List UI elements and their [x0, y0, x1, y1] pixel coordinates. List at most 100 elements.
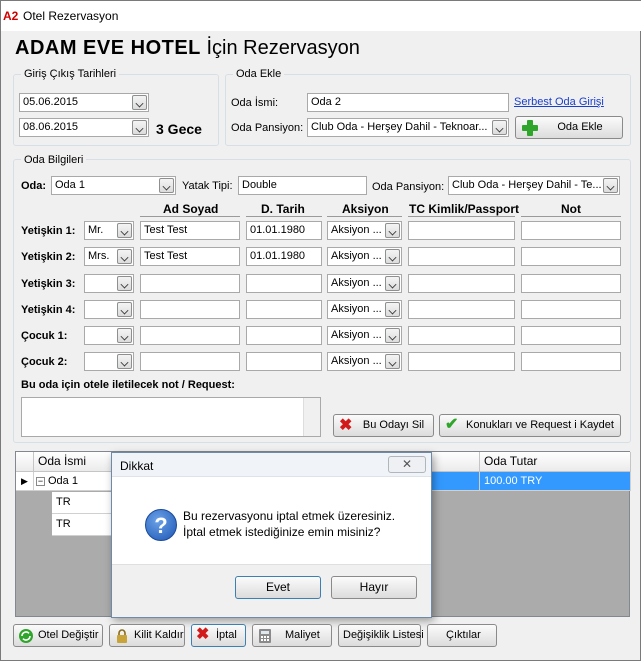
- guest-title-select[interactable]: [84, 326, 134, 345]
- dialog-footer: Evet Hayır: [112, 564, 431, 617]
- guest-title-select[interactable]: Mr.: [84, 221, 134, 240]
- request-note-textarea[interactable]: [21, 397, 321, 437]
- chevron-down-icon[interactable]: [159, 178, 174, 193]
- collapse-icon[interactable]: −: [36, 477, 45, 486]
- bed-type-input[interactable]: Double: [238, 176, 367, 195]
- chevron-down-icon[interactable]: [385, 302, 400, 317]
- add-room-board-select[interactable]: Club Oda - Herşey Dahil - Teknoar...: [307, 118, 509, 137]
- guest-title-select[interactable]: [84, 352, 134, 371]
- guest-dob-input[interactable]: [246, 352, 322, 371]
- yes-button[interactable]: Evet: [235, 576, 321, 599]
- dialog-message-line2: İptal etmek istediğinize emin misiniz?: [183, 525, 381, 539]
- add-room-button-label: Oda Ekle: [557, 121, 603, 133]
- add-room-button[interactable]: Oda Ekle: [515, 116, 623, 139]
- page-title: ADAM EVE HOTEL İçin Rezervasyon: [15, 37, 360, 60]
- guest-tc-input[interactable]: [408, 300, 515, 319]
- chevron-down-icon[interactable]: [117, 328, 132, 343]
- guest-title-select[interactable]: Mrs.: [84, 247, 134, 266]
- guest-tc-input[interactable]: [408, 274, 515, 293]
- guest-name-input[interactable]: Test Test: [140, 247, 240, 266]
- guest-title-value: Mrs.: [88, 250, 110, 262]
- room-name-input[interactable]: Oda 2: [307, 93, 509, 112]
- guest-dob-input[interactable]: [246, 300, 322, 319]
- guest-action-value: Aksiyon ...: [331, 355, 382, 367]
- room-select[interactable]: Oda 1: [51, 176, 176, 195]
- chevron-down-icon[interactable]: [117, 276, 132, 291]
- column-header-action: Aksiyon: [342, 202, 389, 216]
- sub-row-nationality[interactable]: TR: [52, 514, 112, 536]
- chevron-down-icon[interactable]: [603, 178, 618, 193]
- guest-tc-input[interactable]: [408, 326, 515, 345]
- guest-tc-input[interactable]: [408, 352, 515, 371]
- guest-name-input[interactable]: [140, 300, 240, 319]
- guest-name-input[interactable]: Test Test: [140, 221, 240, 240]
- guest-dob-input[interactable]: [246, 326, 322, 345]
- guest-action-select[interactable]: Aksiyon ...: [327, 274, 402, 293]
- guest-tc-input[interactable]: [408, 247, 515, 266]
- chevron-down-icon[interactable]: [385, 249, 400, 264]
- guest-dob-input[interactable]: [246, 274, 322, 293]
- guest-note-input[interactable]: [521, 300, 621, 319]
- add-room-board-value: Club Oda - Herşey Dahil - Teknoar...: [311, 121, 488, 133]
- chevron-down-icon[interactable]: [385, 223, 400, 238]
- cancel-reservation-button[interactable]: ✖ İptal: [191, 624, 246, 647]
- change-hotel-button[interactable]: Otel Değiştir: [13, 624, 103, 647]
- request-note-scrollbar[interactable]: [303, 398, 320, 436]
- outputs-button[interactable]: Çıktılar: [427, 624, 497, 647]
- grid-header-room-total[interactable]: Oda Tutar: [480, 452, 631, 472]
- guest-name-input[interactable]: [140, 352, 240, 371]
- row-selector-arrow-icon[interactable]: ▶: [16, 472, 34, 491]
- chevron-down-icon[interactable]: [117, 354, 132, 369]
- guest-action-select[interactable]: Aksiyon ...: [327, 247, 402, 266]
- cost-button[interactable]: Maliyet: [252, 624, 332, 647]
- guest-action-select[interactable]: Aksiyon ...: [327, 221, 402, 240]
- guest-action-select[interactable]: Aksiyon ...: [327, 300, 402, 319]
- close-icon[interactable]: ✕: [388, 456, 426, 473]
- chevron-down-icon[interactable]: [492, 120, 507, 135]
- change-list-button[interactable]: Değişiklik Listesi: [338, 624, 424, 647]
- chevron-down-icon[interactable]: [385, 276, 400, 291]
- add-room-board-label: Oda Pansiyon:: [231, 122, 304, 134]
- chevron-down-icon[interactable]: [117, 249, 132, 264]
- table-row-name-cell[interactable]: − Oda 1: [34, 472, 112, 491]
- guest-action-select[interactable]: Aksiyon ...: [327, 326, 402, 345]
- guest-title-select[interactable]: [84, 300, 134, 319]
- guest-note-input[interactable]: [521, 221, 621, 240]
- delete-room-button[interactable]: ✖ Bu Odayı Sil: [333, 414, 434, 437]
- grid-corner-header: [16, 452, 34, 472]
- table-row-total-cell[interactable]: 100.00 TRY: [480, 472, 631, 491]
- guest-note-input[interactable]: [521, 274, 621, 293]
- chevron-down-icon[interactable]: [117, 302, 132, 317]
- no-button[interactable]: Hayır: [331, 576, 417, 599]
- delete-room-button-label: Bu Odayı Sil: [362, 419, 425, 431]
- room-board-select[interactable]: Club Oda - Herşey Dahil - Te...: [448, 176, 620, 195]
- guest-note-input[interactable]: [521, 326, 621, 345]
- guest-name-input[interactable]: [140, 274, 240, 293]
- guest-tc-input[interactable]: [408, 221, 515, 240]
- checkin-date-picker[interactable]: 05.06.2015: [19, 93, 149, 112]
- chevron-down-icon[interactable]: [385, 328, 400, 343]
- guest-label: Çocuk 1:: [21, 330, 68, 342]
- guest-label: Yetişkin 2:: [21, 251, 76, 263]
- remove-lock-button[interactable]: Kilit Kaldır: [109, 624, 185, 647]
- nights-count: 3 Gece: [156, 121, 202, 137]
- chevron-down-icon[interactable]: [132, 120, 147, 135]
- app-logo: A2: [3, 9, 18, 23]
- guest-name-input[interactable]: [140, 326, 240, 345]
- remove-lock-label: Kilit Kaldır: [134, 629, 184, 641]
- checkout-date-picker[interactable]: 08.06.2015: [19, 118, 149, 137]
- guest-note-input[interactable]: [521, 247, 621, 266]
- grid-header-room-name[interactable]: Oda İsmi: [34, 452, 112, 472]
- free-room-link[interactable]: Serbest Oda Girişi: [514, 96, 604, 108]
- guest-note-input[interactable]: [521, 352, 621, 371]
- chevron-down-icon[interactable]: [132, 95, 147, 110]
- guest-dob-input[interactable]: 01.01.1980: [246, 247, 322, 266]
- sub-row-nationality[interactable]: TR: [52, 492, 112, 514]
- guest-dob-input[interactable]: 01.01.1980: [246, 221, 322, 240]
- guest-title-select[interactable]: [84, 274, 134, 293]
- chevron-down-icon[interactable]: [385, 354, 400, 369]
- save-guests-button[interactable]: ✔ Konukları ve Request i Kaydet: [439, 414, 621, 437]
- guest-action-select[interactable]: Aksiyon ...: [327, 352, 402, 371]
- header-divider: [521, 216, 621, 217]
- chevron-down-icon[interactable]: [117, 223, 132, 238]
